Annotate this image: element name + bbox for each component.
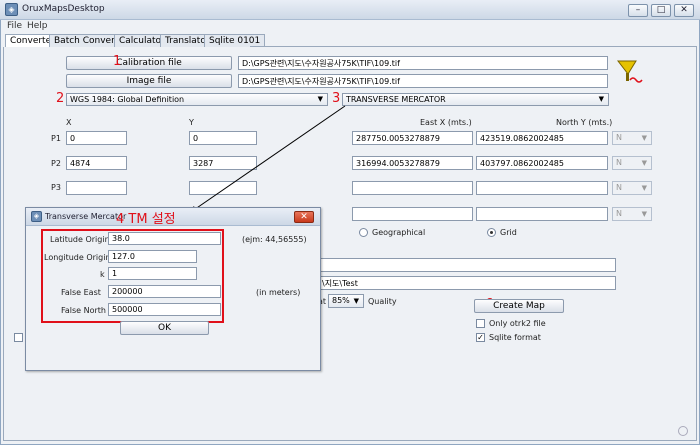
annotation-arrow — [184, 105, 346, 217]
annotation-4: 4 TM 설정 — [116, 212, 176, 227]
grid-radio[interactable] — [487, 228, 496, 237]
geographical-radio[interactable] — [359, 228, 368, 237]
dialog-close-button[interactable]: ✕ — [294, 211, 314, 223]
chevron-down-icon: ▼ — [353, 297, 359, 305]
point-label-p3: P3 — [51, 183, 61, 192]
k-input[interactable]: 1 — [108, 267, 197, 280]
p4-ns-select[interactable]: N ▼ — [612, 207, 652, 221]
app-icon: ◈ — [5, 3, 18, 16]
chevron-down-icon: ▼ — [641, 210, 647, 218]
calibration-path-field[interactable]: D:\GPS관련\지도\수자원공사75K\TIF\109.tif — [238, 56, 608, 70]
p1-x-input[interactable]: 0 — [66, 131, 127, 145]
k-label: k — [100, 270, 105, 279]
p1-ns-value: N — [616, 133, 622, 142]
p4-ns-value: N — [616, 209, 622, 218]
left-checkbox[interactable] — [14, 333, 23, 342]
p3-east-input[interactable] — [352, 181, 473, 195]
resize-grip-icon[interactable] — [678, 426, 688, 436]
p3-x-input[interactable] — [66, 181, 127, 195]
p1-ns-select[interactable]: N ▼ — [612, 131, 652, 145]
point-label-p1: P1 — [51, 134, 61, 143]
menu-file[interactable]: File — [7, 21, 22, 31]
quality-label: Quality — [368, 297, 397, 306]
quality-select[interactable]: 85% ▼ — [328, 294, 364, 308]
output-path-field[interactable]: \지도\Test — [318, 276, 616, 290]
latitude-origin-label: Latitude Origin — [50, 235, 110, 244]
longitude-origin-label: Longitude Origin — [44, 253, 111, 262]
p2-ns-value: N — [616, 158, 622, 167]
p3-ns-value: N — [616, 183, 622, 192]
p4-north-input[interactable] — [476, 207, 608, 221]
latitude-example-label: (ejm: 44,56555) — [242, 235, 307, 244]
latitude-origin-input[interactable]: 38.0 — [108, 232, 221, 245]
false-north-input[interactable]: 500000 — [108, 303, 221, 316]
units-label: (in meters) — [256, 288, 301, 297]
column-header-x: X — [66, 118, 72, 127]
longitude-origin-input[interactable]: 127.0 — [108, 250, 197, 263]
p1-north-input[interactable]: 423519.0862002485 — [476, 131, 608, 145]
geographical-label: Geographical — [372, 228, 426, 237]
false-north-label: False North — [61, 306, 106, 315]
p3-ns-select[interactable]: N ▼ — [612, 181, 652, 195]
p2-north-input[interactable]: 403797.0862002485 — [476, 156, 608, 170]
false-east-label: False East — [61, 288, 101, 297]
p2-east-input[interactable]: 316994.0053278879 — [352, 156, 473, 170]
chevron-down-icon: ▼ — [641, 159, 647, 167]
projection-selected-value: TRANSVERSE MERCATOR — [346, 95, 446, 104]
p3-north-input[interactable] — [476, 181, 608, 195]
annotation-1: 1 — [113, 54, 122, 69]
p4-east-input[interactable] — [352, 207, 473, 221]
image-path-field[interactable]: D:\GPS관련\지도\수자원공사75K\TIF\109.tif — [238, 74, 608, 88]
image-file-button[interactable]: Image file — [66, 74, 232, 88]
p2-x-input[interactable]: 4874 — [66, 156, 127, 170]
sqlite-format-checkbox[interactable]: ✓ — [476, 333, 485, 342]
annotation-2: 2 — [56, 91, 65, 106]
column-header-east: East X (mts.) — [420, 118, 472, 127]
maximize-button[interactable]: □ — [651, 4, 671, 17]
chevron-down-icon: ▼ — [641, 134, 647, 142]
dialog-app-icon: ◈ — [31, 211, 42, 222]
menu-help[interactable]: Help — [27, 21, 48, 31]
p1-east-input[interactable]: 287750.0053278879 — [352, 131, 473, 145]
calibration-file-button[interactable]: Calibration file — [66, 56, 232, 70]
transverse-mercator-dialog: ◈ Transverse Mercator 4 TM 설정 ✕ Latitude… — [25, 207, 321, 371]
grid-label: Grid — [500, 228, 517, 237]
datum-selected-value: WGS 1984: Global Definition — [70, 95, 185, 104]
projection-select[interactable]: TRANSVERSE MERCATOR ▼ — [342, 93, 609, 106]
p2-ns-select[interactable]: N ▼ — [612, 156, 652, 170]
close-button[interactable]: ✕ — [674, 4, 694, 17]
only-otrk2-checkbox[interactable] — [476, 319, 485, 328]
output-name-field[interactable] — [318, 258, 616, 272]
dialog-title: Transverse Mercator — [45, 212, 127, 221]
false-east-input[interactable]: 200000 — [108, 285, 221, 298]
chevron-down-icon: ▼ — [598, 95, 604, 103]
ok-button[interactable]: OK — [120, 321, 209, 335]
title-bar — [0, 0, 700, 20]
minimize-button[interactable]: – — [628, 4, 648, 17]
only-otrk2-label: Only otrk2 file — [489, 319, 546, 328]
create-map-button[interactable]: Create Map — [474, 299, 564, 313]
window-title: OruxMapsDesktop — [22, 4, 105, 14]
point-label-p2: P2 — [51, 159, 61, 168]
sqlite-format-label: Sqlite format — [489, 333, 541, 342]
column-header-north: North Y (mts.) — [556, 118, 613, 127]
quality-value: 85% — [332, 296, 350, 305]
chevron-down-icon: ▼ — [641, 184, 647, 192]
oruxmaps-logo-icon — [616, 60, 643, 83]
